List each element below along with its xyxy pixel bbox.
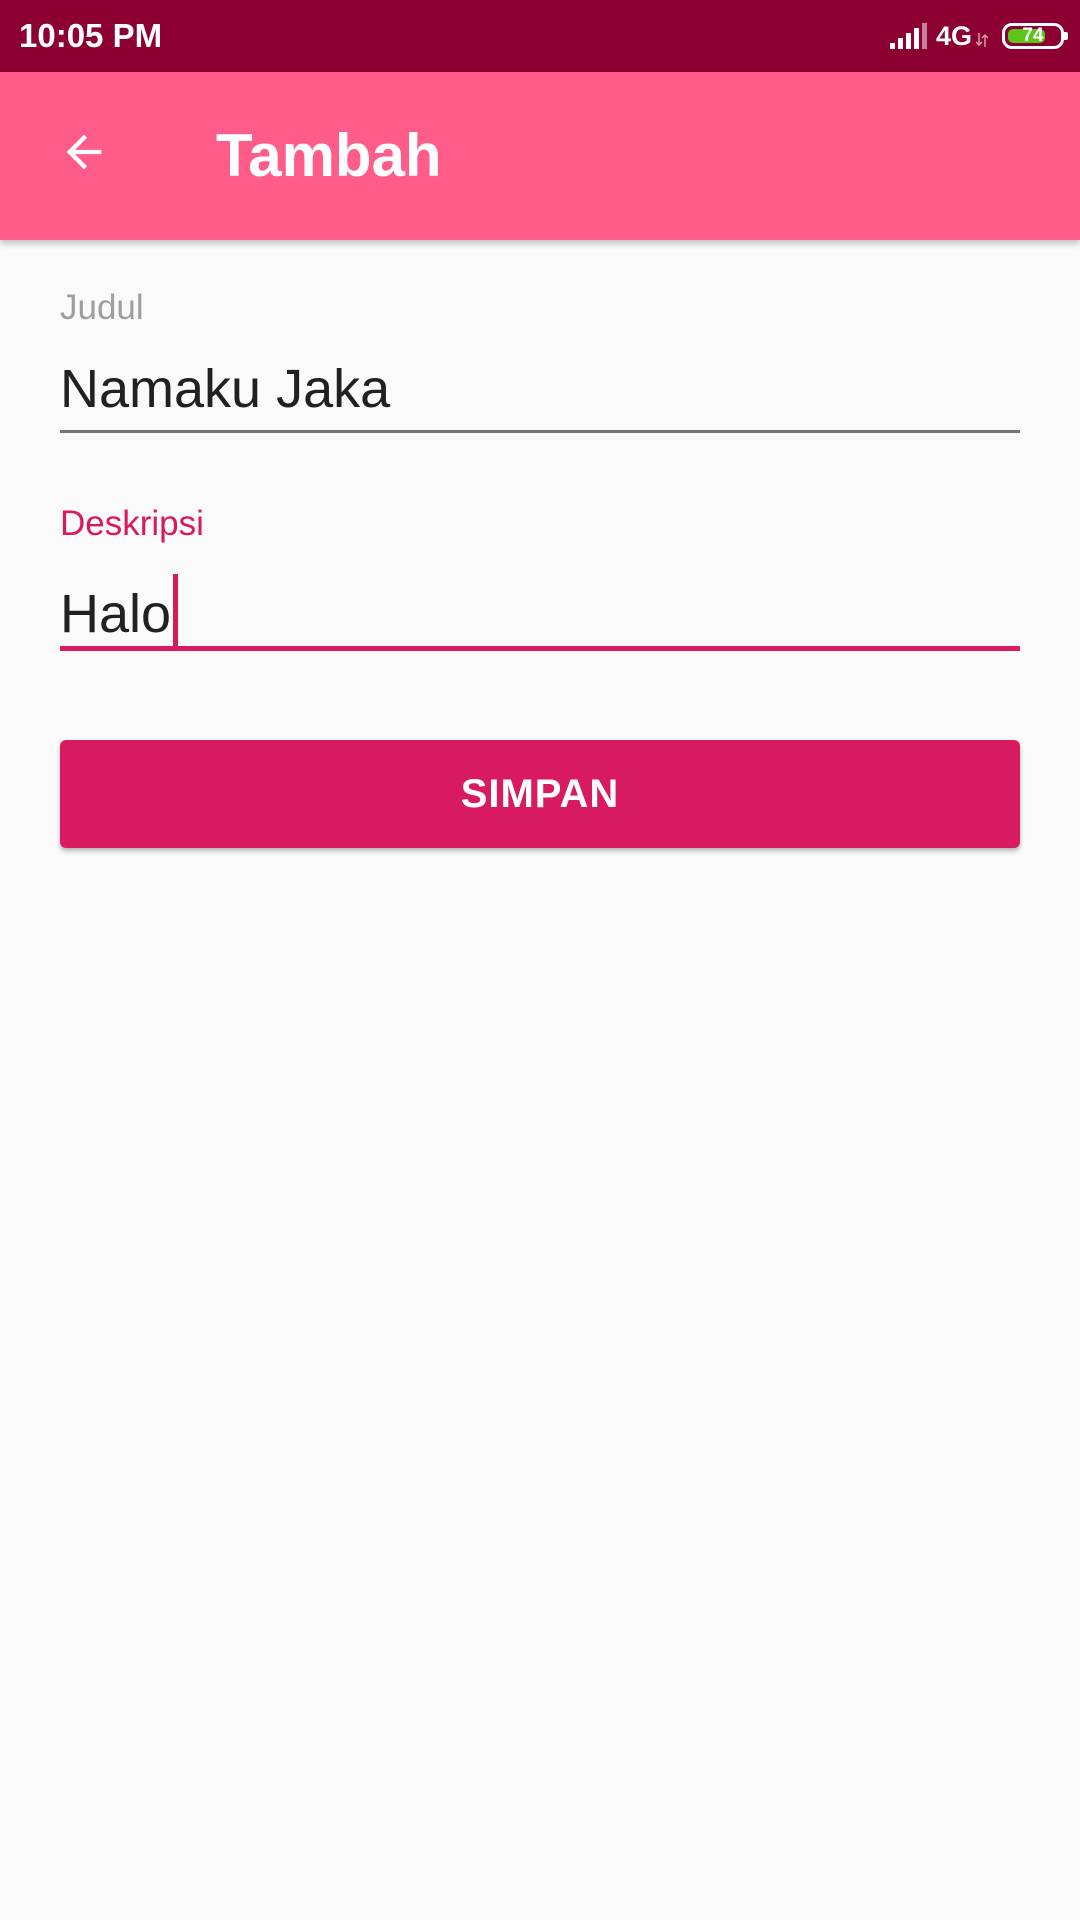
status-time: 10:05 PM [19, 17, 163, 54]
judul-value: Namaku Jaka [60, 359, 391, 419]
deskripsi-label: Deskripsi [60, 504, 204, 543]
battery-level: 74 [1022, 25, 1044, 46]
status-bar: 10:05 PM 4G 74 [0, 0, 1080, 72]
judul-label: Judul [60, 288, 144, 327]
deskripsi-input[interactable]: Halo [60, 574, 1020, 646]
battery-tip [1064, 32, 1068, 40]
text-cursor [173, 574, 179, 646]
app-bar: Tambah [0, 72, 1080, 240]
judul-field: Judul Namaku Jaka [60, 280, 1020, 440]
back-button[interactable] [40, 108, 128, 196]
judul-input[interactable]: Namaku Jaka [60, 358, 1020, 420]
signal-icon [889, 23, 927, 49]
save-button[interactable]: SIMPAN [60, 740, 1020, 848]
arrow-back-icon [66, 134, 102, 170]
data-arrows-icon [976, 33, 988, 47]
network-type-label: 4G [935, 20, 972, 51]
page-title: Tambah [216, 122, 442, 189]
deskripsi-field: Deskripsi Halo [60, 496, 1020, 656]
battery-icon: 74 [1002, 23, 1068, 49]
deskripsi-value: Halo [60, 584, 172, 644]
deskripsi-underline [60, 646, 1020, 651]
status-icons: 4G 74 [889, 0, 1068, 72]
judul-underline [60, 430, 1020, 433]
